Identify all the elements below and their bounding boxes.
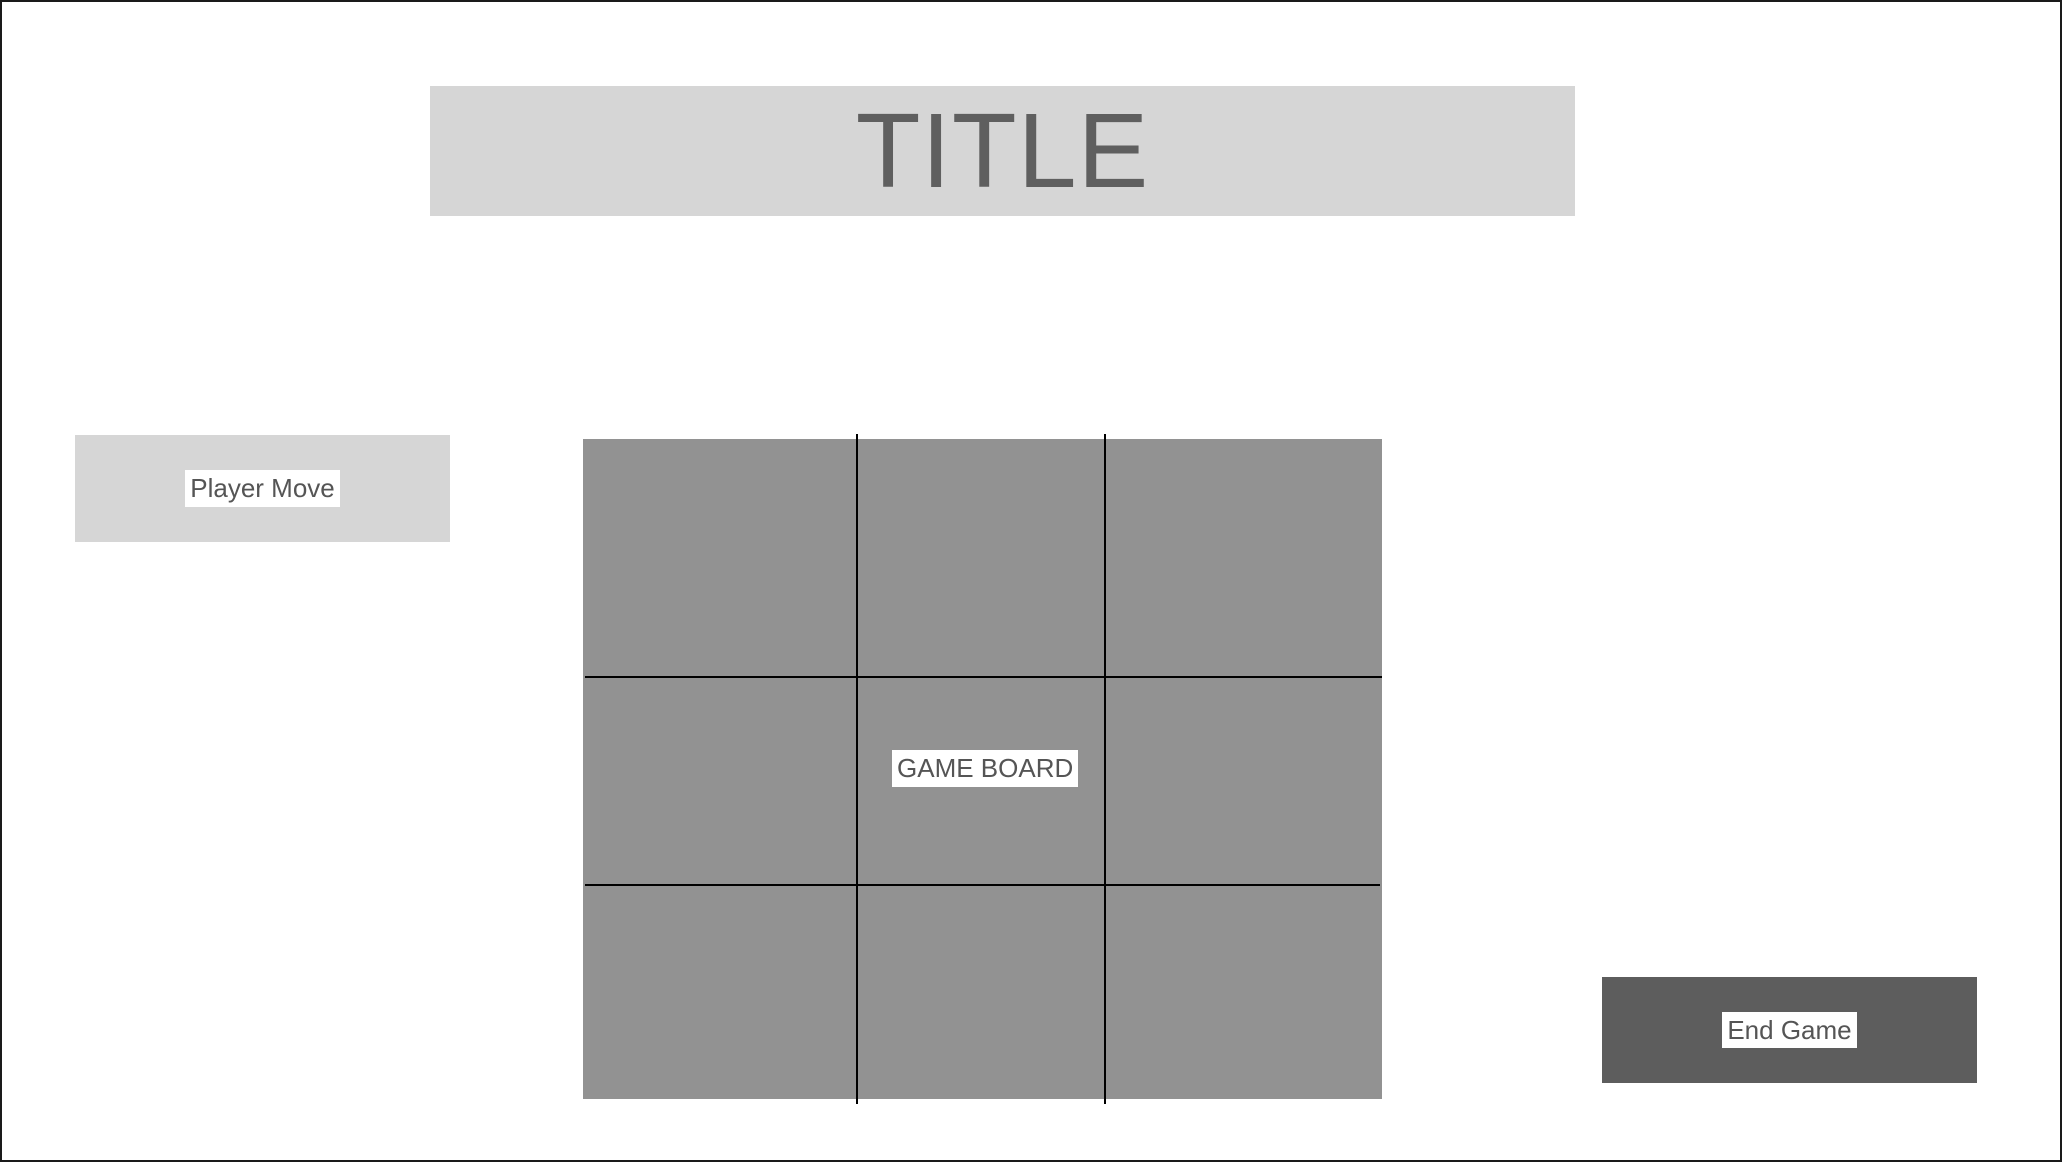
grid-line-vertical-2 <box>1104 434 1106 1104</box>
title-banner: TITLE <box>430 86 1575 216</box>
board-cell-1-3[interactable] <box>1106 439 1382 676</box>
page-title: TITLE <box>855 92 1150 210</box>
player-move-label: Player Move <box>185 470 340 507</box>
board-cell-1-2[interactable] <box>858 439 1104 676</box>
board-cell-3-3[interactable] <box>1106 886 1382 1099</box>
board-cell-2-3[interactable] <box>1106 678 1382 884</box>
game-board: GAME BOARD <box>583 434 1382 1104</box>
game-board-label: GAME BOARD <box>892 750 1079 787</box>
board-cell-3-2[interactable] <box>858 886 1104 1099</box>
grid-line-vertical-1 <box>856 434 858 1104</box>
player-move-button[interactable]: Player Move <box>75 435 450 542</box>
board-cell-1-1[interactable] <box>583 439 856 676</box>
grid-line-horizontal-1 <box>585 676 1382 678</box>
board-cell-2-1[interactable] <box>583 678 856 884</box>
grid-line-horizontal-2 <box>585 884 1380 886</box>
board-cell-3-1[interactable] <box>583 886 856 1099</box>
end-game-label: End Game <box>1722 1011 1857 1049</box>
end-game-button[interactable]: End Game <box>1602 977 1977 1083</box>
app-canvas: TITLE Player Move GAME BOARD End Game <box>0 0 2062 1162</box>
